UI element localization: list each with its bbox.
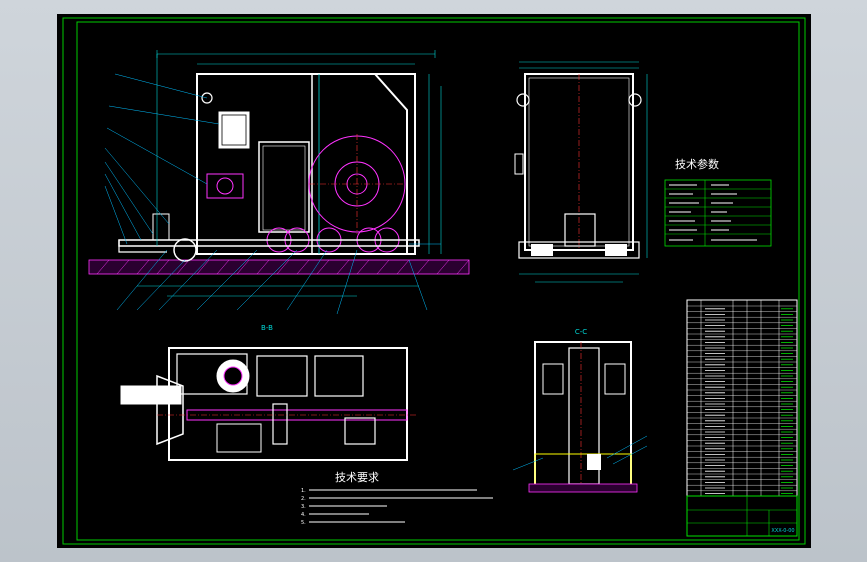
inner-frame [76, 21, 800, 541]
section-bb-label: B-B [261, 324, 273, 332]
tech-req-item-4: 4. [301, 512, 306, 518]
title-block: XXX-0-00 [686, 495, 798, 537]
front-view [88, 50, 470, 315]
section-cc: C-C [512, 328, 648, 493]
tech-req-item-1: 1. [301, 488, 306, 494]
cad-viewport[interactable]: 技术参数 B-B 技术要求 1. 2. 3. 4. 5. C-C XXX-0-0… [0, 0, 867, 562]
tech-req-item-5: 5. [301, 520, 306, 526]
title-block-drawing-number: XXX-0-00 [771, 528, 794, 534]
side-view [514, 61, 648, 283]
tech-params: 技术参数 [664, 157, 772, 247]
tech-params-title: 技术参数 [675, 157, 719, 171]
tech-requirements: 技术要求 1. 2. 3. 4. 5. [301, 471, 493, 526]
section-cc-label: C-C [575, 328, 587, 336]
parts-list [686, 299, 798, 497]
section-bb: B-B [120, 324, 417, 461]
drawing-canvas[interactable]: 技术参数 B-B 技术要求 1. 2. 3. 4. 5. C-C XXX-0-0… [57, 14, 811, 548]
tech-req-item-2: 2. [301, 496, 306, 502]
tech-req-title: 技术要求 [335, 471, 379, 484]
drawing-sheet[interactable]: 技术参数 B-B 技术要求 1. 2. 3. 4. 5. C-C XXX-0-0… [57, 14, 811, 548]
tech-req-item-3: 3. [301, 504, 306, 510]
outer-frame [62, 17, 806, 545]
